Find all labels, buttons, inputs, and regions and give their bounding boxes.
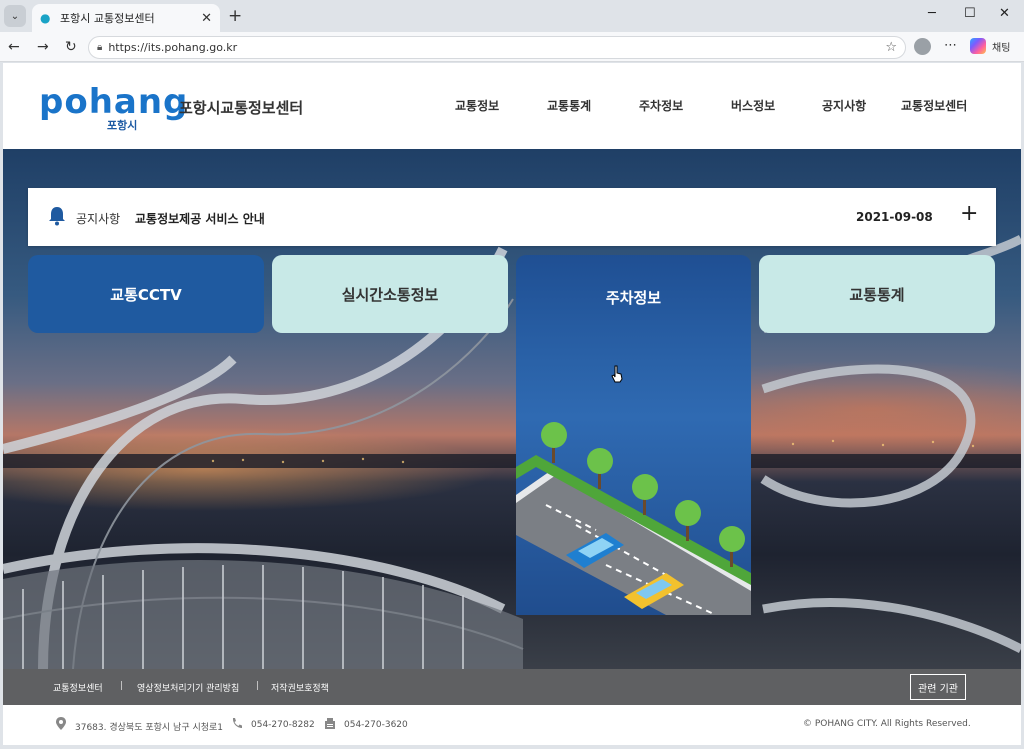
- browser-tab-bar: ⌄ ● 포항시 교통정보센터 ✕ + ─ ☐ ✕: [0, 0, 1024, 32]
- reload-icon[interactable]: ↻: [65, 39, 77, 55]
- footer-address: 37683. 경상북도 포항시 남구 시청로1: [75, 723, 224, 733]
- nav-traffic-stats[interactable]: 교통통계: [547, 97, 591, 114]
- notice-message[interactable]: 교통정보제공 서비스 안내: [135, 210, 265, 227]
- close-tab-icon[interactable]: ✕: [201, 11, 212, 26]
- more-options-icon[interactable]: ⋯: [944, 38, 957, 53]
- card-label: 주차정보: [605, 289, 662, 307]
- footer-phone: 054-270-8282: [251, 720, 315, 730]
- card-label: 교통CCTV: [110, 285, 182, 304]
- notice-date: 2021-09-08: [856, 210, 933, 224]
- footer-link-copyright-policy[interactable]: 저작권보호정책: [271, 681, 329, 694]
- site-info-icon[interactable]: 🔒︎: [97, 42, 102, 53]
- footer-separator: |: [256, 681, 260, 691]
- hand-cursor-icon: [611, 365, 623, 383]
- address-bar-row: ← → ↻ 🔒︎ https://its.pohang.go.kr ☆: [0, 32, 1024, 62]
- minimize-icon[interactable]: ─: [928, 6, 936, 21]
- url-field[interactable]: 🔒︎ https://its.pohang.go.kr ☆: [88, 36, 906, 59]
- close-window-icon[interactable]: ✕: [999, 6, 1010, 21]
- tab-search-chevron-icon[interactable]: ⌄: [4, 5, 26, 27]
- profile-avatar[interactable]: [914, 38, 931, 55]
- logo-subtext: 포항시: [107, 119, 138, 132]
- logo-wordmark: pohang: [39, 82, 189, 122]
- card-label: 교통통계: [849, 285, 905, 304]
- card-parking-info[interactable]: 주차정보: [516, 255, 751, 615]
- forward-icon[interactable]: →: [37, 39, 49, 55]
- notice-more-icon[interactable]: +: [960, 202, 978, 226]
- card-traffic-cctv[interactable]: 교통CCTV: [28, 255, 264, 333]
- card-label: 실시간소통정보: [341, 285, 439, 304]
- parking-lot-illustration: [516, 422, 751, 615]
- pohang-logo[interactable]: pohang 포항시: [39, 82, 189, 132]
- footer-link-center[interactable]: 교통정보센터: [53, 681, 103, 694]
- chat-button-label[interactable]: 채팅: [992, 39, 1010, 54]
- footer-copyright: © POHANG CITY. All Rights Reserved.: [803, 719, 971, 729]
- new-tab-icon[interactable]: +: [228, 6, 242, 26]
- footer-separator: |: [120, 681, 124, 691]
- footer-link-bar: 교통정보센터 | 영상정보처리기기 관리방침 | 저작권보호정책 관련 기관: [3, 669, 1021, 705]
- favorite-star-icon[interactable]: ☆: [885, 40, 897, 55]
- nav-bus-info[interactable]: 버스정보: [731, 97, 775, 114]
- nav-traffic-center[interactable]: 교통정보센터: [901, 97, 967, 114]
- fax-icon: [325, 718, 335, 729]
- location-pin-icon: ●: [40, 11, 51, 25]
- copilot-icon[interactable]: [970, 38, 986, 54]
- card-traffic-stats[interactable]: 교통통계: [759, 255, 995, 333]
- nav-parking-info[interactable]: 주차정보: [639, 97, 683, 114]
- back-icon[interactable]: ←: [8, 39, 20, 55]
- notice-bar[interactable]: 공지사항 교통정보제공 서비스 안내 2021-09-08 +: [28, 188, 996, 246]
- maximize-icon[interactable]: ☐: [964, 6, 976, 21]
- web-page: pohang 포항시 포항시교통정보센터 교통정보 교통통계 주차정보 버스정보…: [3, 63, 1021, 745]
- phone-icon: [232, 718, 242, 728]
- nav-notice[interactable]: 공지사항: [822, 97, 866, 114]
- browser-tab[interactable]: ● 포항시 교통정보센터 ✕: [32, 4, 220, 32]
- nav-traffic-info[interactable]: 교통정보: [455, 97, 499, 114]
- footer-fax: 054-270-3620: [344, 720, 408, 730]
- site-footer: 37683. 경상북도 포항시 남구 시청로1 054-270-8282 054…: [3, 705, 1021, 745]
- location-pin-icon: [56, 717, 66, 730]
- footer-link-cctv-policy[interactable]: 영상정보처리기기 관리방침: [137, 681, 239, 694]
- site-title[interactable]: 포항시교통정보센터: [179, 97, 303, 118]
- url-text: https://its.pohang.go.kr: [108, 41, 238, 54]
- related-agencies-button[interactable]: 관련 기관: [910, 674, 966, 700]
- site-header: pohang 포항시 포항시교통정보센터 교통정보 교통통계 주차정보 버스정보…: [3, 63, 1021, 149]
- bell-icon: [49, 207, 65, 226]
- tab-title: 포항시 교통정보센터: [60, 12, 155, 25]
- notice-label: 공지사항: [76, 212, 121, 226]
- card-realtime-traffic[interactable]: 실시간소통정보: [272, 255, 508, 333]
